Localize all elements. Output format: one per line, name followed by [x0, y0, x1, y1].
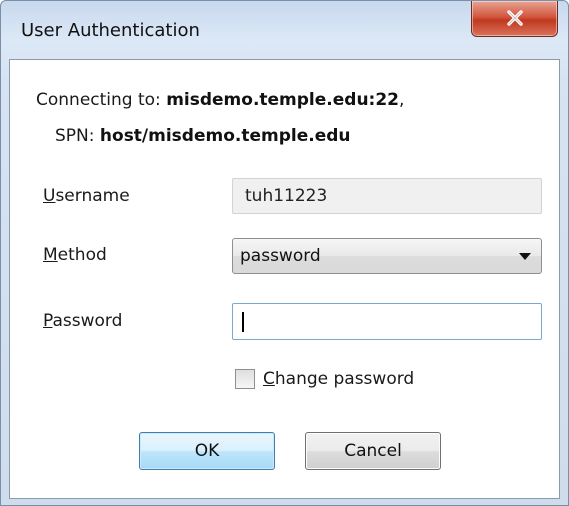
- title-bar[interactable]: User Authentication: [1, 1, 568, 41]
- username-label-mnemonic: U: [43, 186, 56, 206]
- username-label: Username: [43, 186, 130, 206]
- text-caret: [242, 312, 244, 332]
- method-selected-value: password: [240, 246, 321, 266]
- connecting-host: misdemo.temple.edu:22: [166, 90, 400, 110]
- method-label: Method: [43, 245, 107, 265]
- cancel-button[interactable]: Cancel: [305, 432, 441, 470]
- ok-button[interactable]: OK: [139, 432, 275, 470]
- connecting-to-line: Connecting to: misdemo.temple.edu:22,: [36, 90, 404, 110]
- change-password-text: hange password: [274, 369, 415, 389]
- connecting-to-label: Connecting to:: [36, 90, 161, 110]
- spn-line: SPN: host/misdemo.temple.edu: [55, 126, 351, 146]
- auth-dialog-window: User Authentication Connecting to: misde…: [0, 0, 569, 506]
- window-title: User Authentication: [21, 20, 200, 41]
- password-label-text: assword: [52, 311, 123, 331]
- spn-value: host/misdemo.temple.edu: [99, 126, 351, 146]
- method-label-mnemonic: M: [43, 245, 58, 265]
- close-icon: [507, 10, 523, 26]
- password-input[interactable]: [232, 303, 542, 340]
- close-button[interactable]: [471, 1, 558, 37]
- change-password-mnemonic: C: [263, 369, 275, 389]
- dropdown-arrow-icon: [519, 253, 531, 260]
- connecting-host-comma: ,: [399, 90, 405, 110]
- change-password-checkbox[interactable]: [235, 369, 255, 389]
- change-password-label[interactable]: Change password: [263, 369, 414, 389]
- password-label-mnemonic: P: [43, 311, 53, 331]
- method-dropdown[interactable]: password: [232, 238, 542, 274]
- username-field: tuh11223: [232, 178, 542, 214]
- spn-label: SPN:: [55, 126, 95, 146]
- username-label-text: sername: [55, 186, 130, 206]
- dialog-body: Connecting to: misdemo.temple.edu:22, SP…: [9, 59, 560, 499]
- method-label-text: ethod: [57, 245, 107, 265]
- password-label: Password: [43, 311, 122, 331]
